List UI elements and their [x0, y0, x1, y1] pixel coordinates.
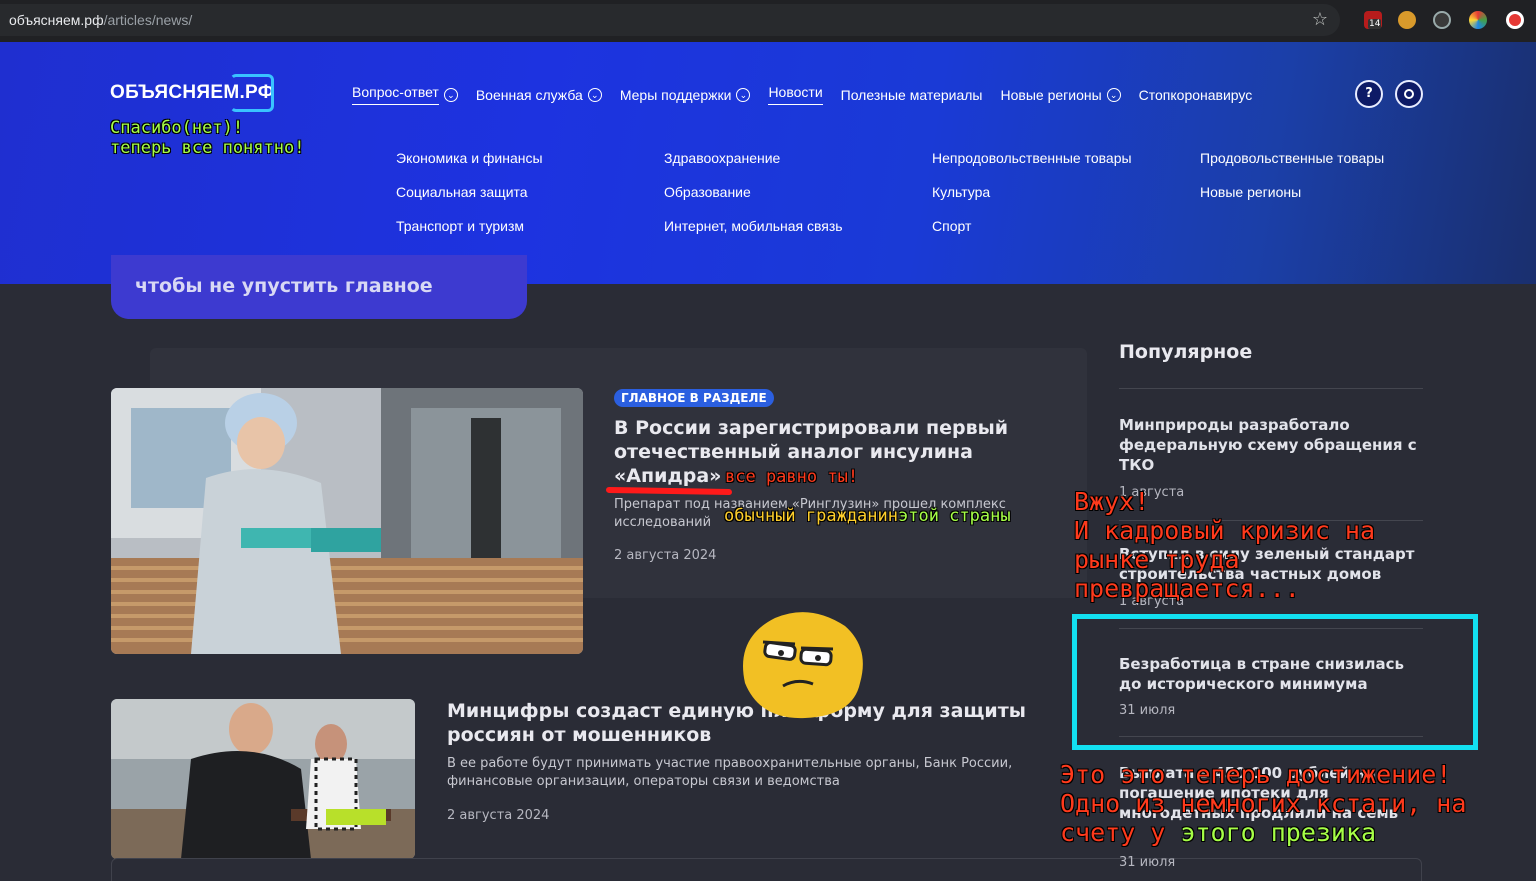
- submenu-item[interactable]: Транспорт и туризм: [396, 218, 664, 237]
- site-header: ОБЪЯСНЯЕМ.РФ Вопрос-ответ ⌄ Военная служб…: [0, 42, 1536, 284]
- submenu-item[interactable]: Культура: [932, 184, 1200, 203]
- nav-item-stopcorona[interactable]: Стопкоронавирус: [1139, 84, 1253, 105]
- nav-label: Меры поддержки: [619, 86, 732, 103]
- side-annotation: Вжух! И кадровый кризис на рынке труда п…: [1074, 487, 1376, 603]
- subscribe-banner-text: чтобы не упустить главное: [135, 275, 433, 297]
- description-annotation: обычный гражданинэтой страны: [724, 506, 1011, 526]
- extension-face-icon[interactable]: [1398, 11, 1416, 29]
- submenu-item[interactable]: Здравоохранение: [664, 150, 932, 169]
- chevron-down-icon: ⌄: [443, 87, 458, 102]
- header-annotation: Спасибо(нет)! теперь все понятно!: [110, 118, 304, 158]
- address-text[interactable]: объясняем.рф/articles/news/: [9, 12, 192, 28]
- nav-label: Вопрос-ответ: [352, 84, 439, 105]
- submenu-item[interactable]: Экономика и финансы: [396, 150, 664, 169]
- title-annotation: все равно ты!: [725, 467, 859, 487]
- nav-label: Военная служба: [475, 86, 583, 103]
- popular-heading: Популярное: [1119, 341, 1253, 363]
- news-submenu: Экономика и финансы Здравоохранение Непр…: [396, 150, 1468, 237]
- popular-item-date: 31 июля: [1119, 855, 1176, 870]
- extension-glasses-icon[interactable]: [1433, 11, 1451, 29]
- highlight-frame: [1072, 614, 1478, 750]
- main-nav: Вопрос-ответ ⌄ Военная служба ⌄ Меры подде…: [352, 84, 1252, 105]
- address-bar[interactable]: объясняем.рф/articles/news/ ☆: [0, 4, 1340, 36]
- submenu-item[interactable]: Социальная защита: [396, 184, 664, 203]
- article-date: 2 августа 2024: [614, 548, 717, 563]
- search-button[interactable]: [1395, 80, 1423, 108]
- nav-item-military[interactable]: Военная служба ⌄: [476, 84, 602, 105]
- extension-badge: 14: [1368, 19, 1382, 29]
- submenu-item[interactable]: Спорт: [932, 218, 1200, 237]
- chevron-down-icon: ⌄: [736, 87, 751, 102]
- annotation-part: этого презика: [1180, 818, 1377, 847]
- logo-bubble-icon: [230, 74, 274, 112]
- bookmark-star-icon[interactable]: ☆: [1312, 9, 1328, 30]
- search-icon: [1404, 89, 1414, 99]
- nav-label: Полезные материалы: [840, 86, 983, 103]
- nav-label: Новые регионы: [1000, 86, 1102, 103]
- extension-opera-icon[interactable]: [1506, 11, 1524, 29]
- nav-item-new-regions[interactable]: Новые регионы ⌄: [1001, 84, 1121, 105]
- submenu-item[interactable]: Образование: [664, 184, 932, 203]
- nav-item-support[interactable]: Меры поддержки ⌄: [620, 84, 751, 105]
- subscribe-banner[interactable]: чтобы не упустить главное: [111, 255, 527, 319]
- chevron-down-icon: ⌄: [587, 87, 602, 102]
- browser-toolbar: объясняем.рф/articles/news/ ☆ 14: [0, 0, 1536, 42]
- article-date: 2 августа 2024: [447, 808, 550, 823]
- article-image-security[interactable]: [111, 699, 415, 859]
- skeptical-face-icon: [743, 612, 863, 719]
- chevron-down-icon: ⌄: [1106, 87, 1121, 102]
- nav-label: Новости: [768, 84, 823, 105]
- help-button[interactable]: ?: [1355, 80, 1383, 108]
- section-badge: ГЛАВНОЕ В РАЗДЕЛЕ: [614, 389, 774, 407]
- annotation-line: Спасибо(нет)!: [110, 118, 244, 138]
- submenu-item[interactable]: Непродовольственные товары: [932, 150, 1200, 169]
- annotation-part: этой страны: [898, 506, 1011, 526]
- submenu-item[interactable]: Продовольственные товары: [1200, 150, 1468, 169]
- annotation-line: теперь все понятно!: [110, 138, 305, 158]
- nav-item-materials[interactable]: Полезные материалы: [841, 84, 983, 105]
- street-photo: [111, 699, 415, 859]
- bottom-annotation: Это это теперь достижение! Одно из немно…: [1060, 760, 1466, 847]
- lab-photo: [111, 388, 583, 654]
- url-host: объясняем.рф: [9, 12, 104, 28]
- extension-colors-icon[interactable]: [1469, 11, 1487, 29]
- annotation-part: обычный гражданин: [724, 506, 898, 526]
- nav-label: Стопкоронавирус: [1138, 86, 1253, 103]
- url-path: /articles/news/: [103, 12, 193, 28]
- extension-calendar-icon[interactable]: 14: [1364, 11, 1382, 29]
- nav-item-faq[interactable]: Вопрос-ответ ⌄: [352, 84, 458, 105]
- submenu-item[interactable]: Новые регионы: [1200, 184, 1468, 203]
- nav-item-news[interactable]: Новости: [768, 84, 823, 105]
- divider: [1119, 388, 1423, 389]
- popular-item-title[interactable]: Минприроды разработало федеральную схему…: [1119, 415, 1423, 475]
- next-article-card: [111, 858, 1422, 881]
- article-image-insulin[interactable]: [111, 388, 583, 654]
- help-icon: ?: [1365, 86, 1373, 101]
- submenu-item[interactable]: Интернет, мобильная связь: [664, 218, 932, 237]
- article-description: В ее работе будут принимать участие прав…: [447, 756, 1013, 789]
